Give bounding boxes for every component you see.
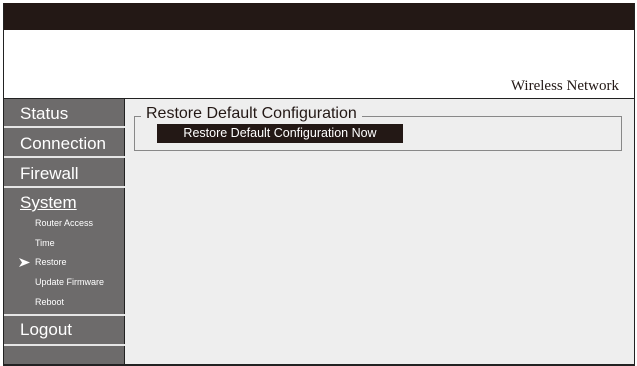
page-frame <box>3 3 635 366</box>
